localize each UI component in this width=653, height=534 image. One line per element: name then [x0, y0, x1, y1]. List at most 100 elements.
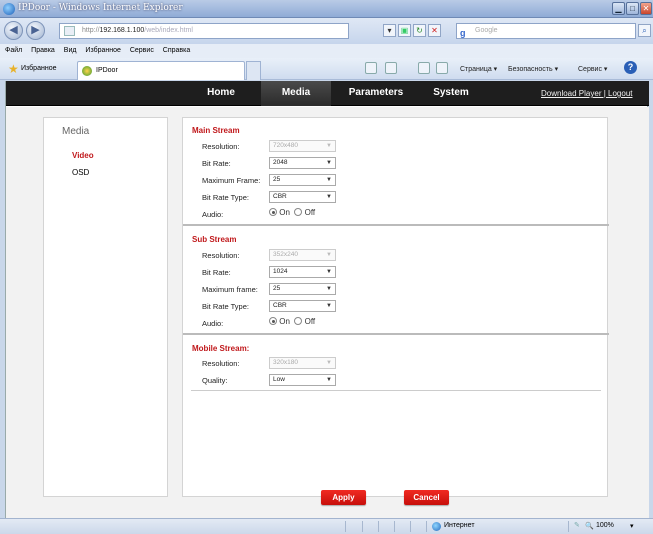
sub-ratetype-label: Bit Rate Type:	[202, 302, 249, 311]
sidebar-item-osd[interactable]: OSD	[72, 168, 89, 177]
search-icon[interactable]: ⌕	[638, 24, 651, 37]
menu-file[interactable]: Файл	[5, 47, 22, 54]
sub-resolution-select: 352x240 ▼	[269, 249, 336, 261]
mobile-quality-value: Low	[273, 376, 285, 383]
mobile-resolution-select: 320x180 ▼	[269, 357, 336, 369]
refresh-icon[interactable]: ↻	[413, 24, 426, 37]
security-menu[interactable]: Безопасность ▾	[508, 65, 558, 73]
page-body: Media Video OSD Main Stream Resolution: …	[6, 107, 649, 518]
page-menu[interactable]: Страница ▾	[460, 65, 497, 73]
main-bitrate-select[interactable]: 2048 ▼	[269, 157, 336, 169]
new-tab-button[interactable]	[246, 61, 261, 80]
mobile-resolution-value: 320x180	[273, 359, 298, 366]
favorites-star-icon[interactable]: ★	[8, 62, 19, 76]
site-icon	[64, 26, 75, 36]
print-icon[interactable]	[436, 62, 448, 74]
menu-favorites[interactable]: Избранное	[85, 47, 120, 54]
search-input[interactable]: g Google	[456, 23, 636, 39]
search-placeholder: Google	[475, 27, 498, 34]
nav-media[interactable]: Media	[261, 81, 331, 106]
media-sidebar: Media Video OSD	[43, 117, 168, 497]
sub-audio-off-radio[interactable]	[294, 317, 303, 325]
sub-maxframe-label: Maximum frame:	[202, 285, 258, 294]
sub-bitrate-value: 1024	[273, 268, 288, 275]
sub-bitrate-select[interactable]: 1024 ▼	[269, 266, 336, 278]
feeds-icon[interactable]	[385, 62, 397, 74]
chevron-down-icon: ▼	[326, 269, 332, 275]
internet-zone-globe-icon	[432, 522, 441, 531]
window-title-bar: IPDoor - Windows Internet Explorer ▁ □ ✕	[0, 0, 653, 18]
nav-home[interactable]: Home	[181, 81, 261, 106]
mobile-quality-select[interactable]: Low ▼	[269, 374, 336, 386]
help-icon[interactable]: ?	[624, 61, 637, 74]
browser-tab-ipdoor[interactable]: IPDoor	[77, 61, 245, 80]
chevron-down-icon: ▼	[326, 160, 332, 166]
sub-ratetype-value: CBR	[273, 302, 287, 309]
main-audio-off-radio[interactable]	[294, 208, 303, 216]
sidebar-title: Media	[62, 126, 90, 137]
status-bar: Интернет ✎ 🔍 100% ▾	[0, 518, 653, 534]
sub-resolution-value: 352x240	[273, 251, 298, 258]
url-host: 192.168.1.100	[99, 27, 145, 34]
sub-audio-off-label: Off	[304, 317, 316, 326]
logout-link[interactable]: Logout	[608, 89, 632, 98]
section-divider	[191, 390, 601, 391]
chevron-down-icon: ▼	[326, 252, 332, 258]
back-button[interactable]: ◀	[4, 21, 23, 40]
main-maxframe-value: 25	[273, 176, 281, 183]
mobile-resolution-label: Resolution:	[202, 359, 240, 368]
sub-audio-on-radio[interactable]	[269, 317, 277, 325]
main-bitrate-label: Bit Rate:	[202, 159, 231, 168]
sub-maxframe-select[interactable]: 25 ▼	[269, 283, 336, 295]
home-icon[interactable]	[365, 62, 377, 74]
sub-audio-radios: On Off	[269, 317, 315, 326]
status-divider	[426, 521, 427, 532]
favorites-button[interactable]: Избранное	[21, 65, 56, 72]
menu-view[interactable]: Вид	[64, 47, 77, 54]
status-divider	[378, 521, 379, 532]
main-resolution-label: Resolution:	[202, 142, 240, 151]
main-stream-title: Main Stream	[192, 126, 240, 135]
mobile-quality-label: Quality:	[202, 376, 228, 385]
url-input[interactable]: http://192.168.1.100/web/index.html	[59, 23, 349, 39]
minimize-button[interactable]: ▁	[612, 2, 625, 15]
cancel-button[interactable]: Cancel	[404, 490, 449, 505]
main-maxframe-select[interactable]: 25 ▼	[269, 174, 336, 186]
sub-resolution-label: Resolution:	[202, 251, 240, 260]
menu-help[interactable]: Справка	[163, 47, 190, 54]
zoom-icon: 🔍	[585, 523, 594, 530]
menu-tools[interactable]: Сервис	[130, 47, 154, 54]
mail-icon[interactable]	[418, 62, 430, 74]
chevron-down-icon: ▼	[326, 360, 332, 366]
url-path: /web/index.html	[144, 27, 193, 34]
main-maxframe-label: Maximum Frame:	[202, 176, 261, 185]
close-window-button[interactable]: ✕	[640, 2, 652, 15]
mobile-stream-title: Mobile Stream:	[192, 344, 250, 353]
sub-ratetype-select[interactable]: CBR ▼	[269, 300, 336, 312]
main-audio-on-radio[interactable]	[269, 208, 277, 216]
sidebar-item-video[interactable]: Video	[72, 151, 94, 160]
dropdown-icon[interactable]: ▾	[383, 24, 396, 37]
main-bitrate-value: 2048	[273, 159, 288, 166]
zoom-dropdown-icon[interactable]: ▾	[630, 522, 634, 530]
download-player-link[interactable]: Download Player	[541, 89, 601, 98]
menu-edit[interactable]: Правка	[31, 47, 55, 54]
compat-view-icon[interactable]: ▣	[398, 24, 411, 37]
maximize-button[interactable]: □	[626, 2, 639, 15]
chevron-down-icon: ▼	[326, 286, 332, 292]
nav-parameters[interactable]: Parameters	[336, 81, 416, 106]
tools-menu[interactable]: Сервис ▾	[578, 65, 607, 73]
main-resolution-select: 720x480 ▼	[269, 140, 336, 152]
zoom-level[interactable]: 100%	[596, 522, 614, 529]
nav-system[interactable]: System	[416, 81, 486, 106]
tab-label: IPDoor	[96, 67, 118, 74]
forward-button[interactable]: ▶	[26, 21, 45, 40]
top-navigation: Home Media Parameters System Download Pl…	[6, 81, 649, 106]
main-ratetype-select[interactable]: CBR ▼	[269, 191, 336, 203]
protected-mode-icon[interactable]: ✎	[574, 521, 580, 529]
stop-icon[interactable]: ✕	[428, 24, 441, 37]
apply-button[interactable]: Apply	[321, 490, 366, 505]
main-resolution-value: 720x480	[273, 142, 298, 149]
status-divider	[362, 521, 363, 532]
main-audio-off-label: Off	[304, 208, 316, 217]
